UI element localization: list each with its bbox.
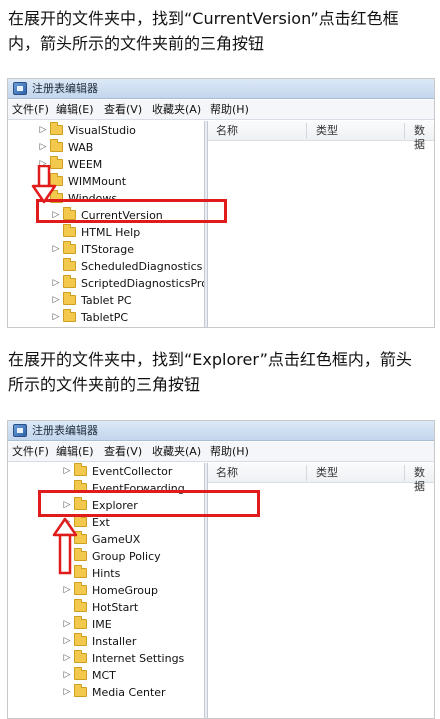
folder-icon [63,275,76,288]
menu-help[interactable]: 帮助(H) [210,445,249,459]
column-type[interactable]: 类型 [316,124,338,138]
registry-editor-icon [13,82,27,95]
registry-editor-screenshot-2: 注册表编辑器 文件(F) 编辑(E) 查看(V) 收藏夹(A) 帮助(H) ▷ E… [7,420,435,719]
tree-item-label: MCT [92,669,116,682]
instruction-step-1-line-2: 内，箭头所示的文件夹前的三角按钮 [8,34,265,53]
instruction-step-1-line-1: 在展开的文件夹中，找到“CurrentVersion”点击红色框 [8,9,399,28]
menu-view[interactable]: 查看(V) [104,445,142,459]
instruction-step-2-line-1: 在展开的文件夹中，找到“Explorer”点击红色框内，箭头 [8,350,412,369]
expand-triangle-icon[interactable]: ▷ [51,278,61,288]
folder-icon [74,667,87,680]
folder-icon [63,241,76,254]
highlight-box [38,490,260,517]
window-title: 注册表编辑器 [32,424,98,437]
expand-triangle-icon[interactable]: ▷ [62,653,72,663]
menu-favorites[interactable]: 收藏夹(A) [152,103,201,117]
expand-triangle-icon[interactable]: ▷ [62,466,72,476]
folder-icon [63,258,76,271]
tree-item-label: GameUX [92,533,141,546]
tree-item-label: VisualStudio [68,124,136,137]
up-arrow-icon [52,517,78,575]
window-titlebar: 注册表编辑器 [8,421,434,441]
tree-item-label: Installer [92,635,137,648]
menu-edit[interactable]: 编辑(E) [56,103,94,117]
window-titlebar: 注册表编辑器 [8,79,434,99]
tree-item-label: Group Policy [92,550,161,563]
tree-item-label: Hints [92,567,121,580]
expand-triangle-icon[interactable]: ▷ [62,670,72,680]
tree-item-label: IME [92,618,112,631]
registry-tree-pane: ▷VisualStudio ▷WAB ▷WEEM ▷WIMMount ◢Wind… [8,121,204,327]
menu-help[interactable]: 帮助(H) [210,103,249,117]
tree-item-label: HTML Help [81,226,141,239]
registry-editor-icon [13,424,27,437]
instruction-step-1: 在展开的文件夹中，找到“CurrentVersion”点击红色框 内，箭头所示的… [8,6,434,56]
expand-triangle-icon[interactable]: ▷ [62,687,72,697]
tree-item-label: EventCollector [92,465,173,478]
menu-favorites[interactable]: 收藏夹(A) [152,445,201,459]
expand-triangle-icon[interactable]: ▷ [38,125,48,135]
expand-triangle-icon[interactable]: ▷ [51,244,61,254]
menu-view[interactable]: 查看(V) [104,103,142,117]
column-data[interactable]: 数据 [414,124,434,152]
column-divider[interactable] [404,123,405,139]
expand-triangle-icon[interactable]: ▷ [38,142,48,152]
column-type[interactable]: 类型 [316,466,338,480]
value-list-pane: 名称 类型 数据 [208,121,434,327]
menu-file[interactable]: 文件(F) [12,445,49,459]
folder-icon [50,139,63,152]
menu-edit[interactable]: 编辑(E) [56,445,94,459]
folder-icon [74,599,87,612]
menu-bar: 文件(F) 编辑(E) 查看(V) 收藏夹(A) 帮助(H) [8,442,434,462]
tree-item-label: ITStorage [81,243,135,256]
expand-triangle-icon[interactable]: ▷ [51,295,61,305]
folder-icon [50,122,63,135]
down-arrow-icon [31,165,57,204]
tree-item-label: TabletPC [81,311,129,324]
folder-icon [63,309,76,322]
menu-bar: 文件(F) 编辑(E) 查看(V) 收藏夹(A) 帮助(H) [8,100,434,120]
column-divider[interactable] [306,123,307,139]
tree-item-label: Internet Settings [92,652,185,665]
tree-item-label: ScheduledDiagnostics [81,260,203,273]
tree-item-label: Media Center [92,686,166,699]
folder-icon [74,463,87,476]
column-header-bar: 名称 类型 数据 [208,121,434,151]
folder-icon [74,633,87,646]
tree-item-label: Tablet PC [81,294,132,307]
column-header-bar: 名称 类型 数据 [208,463,434,493]
expand-triangle-icon[interactable]: ▷ [51,312,61,322]
tree-item-label: Ext [92,516,110,529]
tree-item-label: WAB [68,141,94,154]
tree-item-label: WIMMount [68,175,127,188]
column-name[interactable]: 名称 [216,466,238,480]
folder-icon [74,650,87,663]
expand-triangle-icon[interactable]: ▷ [62,585,72,595]
column-divider[interactable] [306,465,307,481]
tree-item-label: WEEM [68,158,103,171]
highlight-box [36,199,227,223]
menu-file[interactable]: 文件(F) [12,103,49,117]
registry-editor-screenshot-1: 注册表编辑器 文件(F) 编辑(E) 查看(V) 收藏夹(A) 帮助(H) ▷ V… [7,78,435,328]
tree-item-label: ScriptedDiagnosticsPro [81,277,204,290]
expand-triangle-icon[interactable]: ▷ [62,636,72,646]
column-name[interactable]: 名称 [216,124,238,138]
folder-icon [74,616,87,629]
expand-triangle-icon[interactable]: ▷ [62,619,72,629]
folder-icon [74,582,87,595]
tree-item-label: HotStart [92,601,139,614]
folder-icon [63,224,76,237]
column-divider[interactable] [404,465,405,481]
instruction-step-2-line-2: 所示的文件夹前的三角按钮 [8,375,201,394]
tree-item-label: HomeGroup [92,584,158,597]
instruction-step-2: 在展开的文件夹中，找到“Explorer”点击红色框内，箭头 所示的文件夹前的三… [8,347,434,397]
folder-icon [63,292,76,305]
column-data[interactable]: 数据 [414,466,434,494]
window-title: 注册表编辑器 [32,82,98,95]
folder-icon [74,684,87,697]
